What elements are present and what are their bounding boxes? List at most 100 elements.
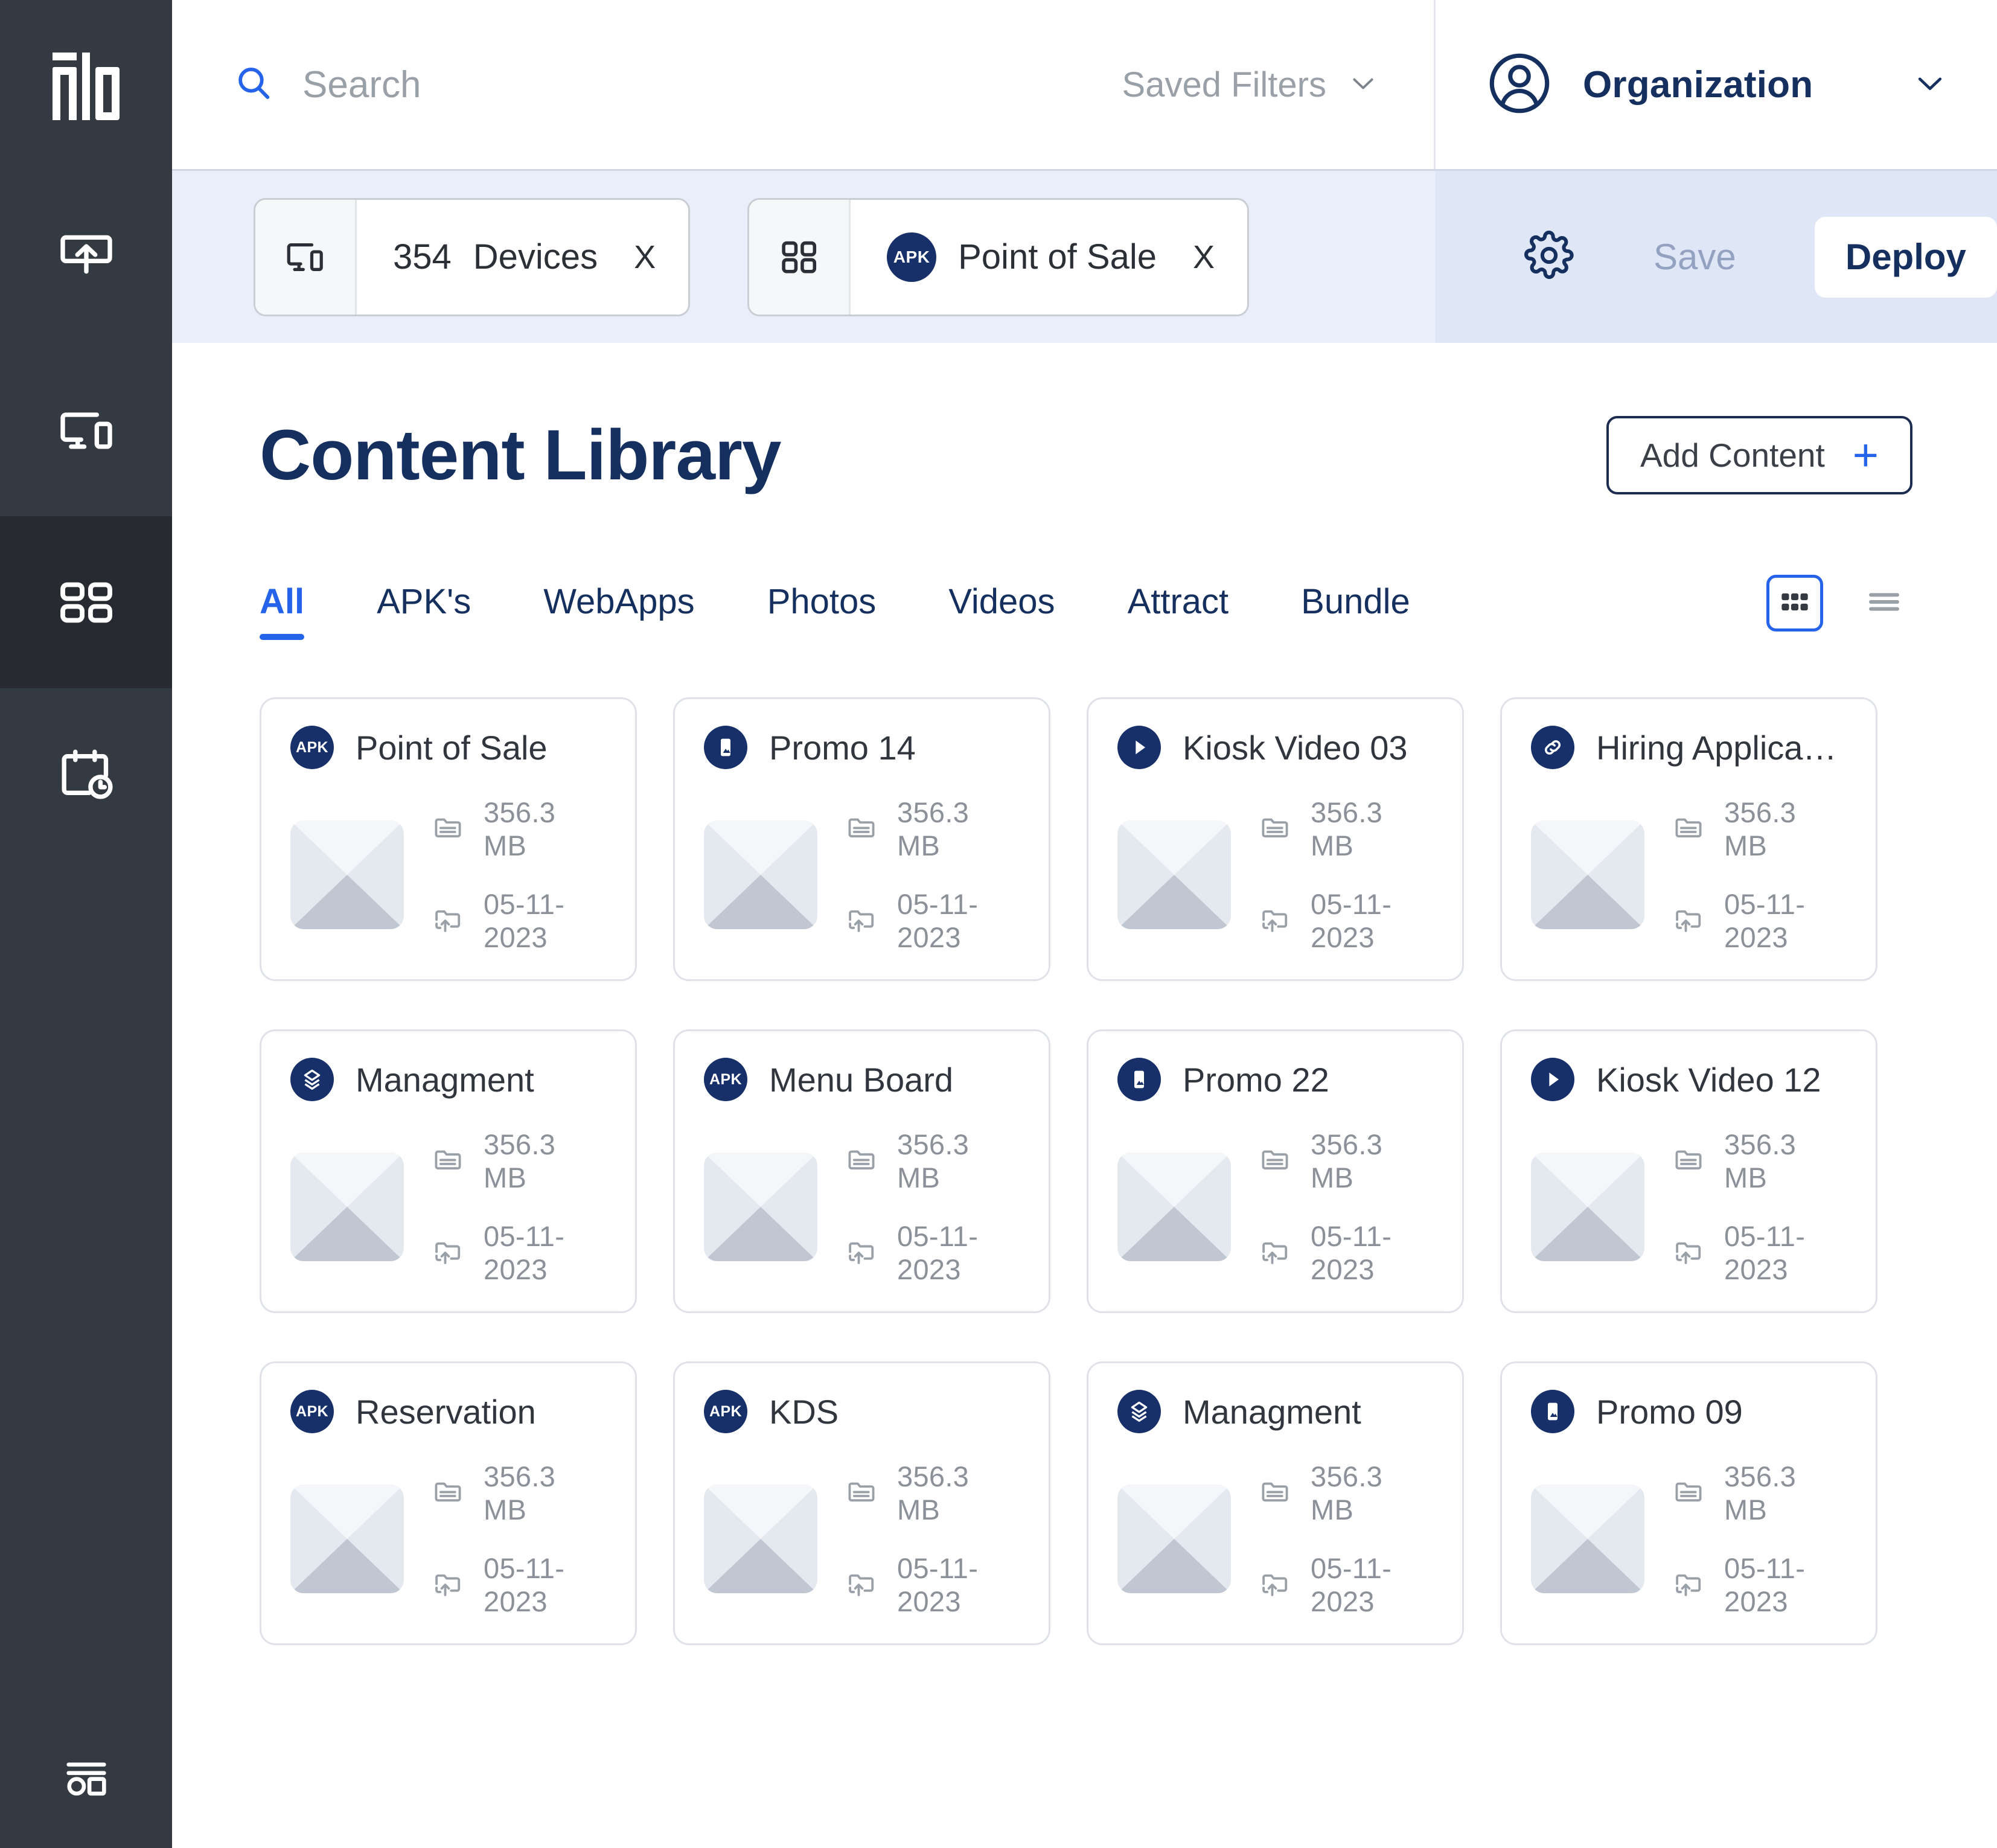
photo-type-icon: [1531, 1390, 1574, 1433]
filter-actions: Save Deploy: [1436, 171, 1997, 343]
card-body: 356.3 MB 05-11-2023: [1117, 796, 1433, 954]
folder-icon: [432, 811, 464, 847]
tab-photos[interactable]: Photos: [767, 581, 877, 640]
content-card-title: Promo 09: [1596, 1392, 1743, 1431]
content-card-title: Promo 22: [1183, 1060, 1329, 1099]
folder-upload-icon: [1259, 1235, 1291, 1271]
tab-attract[interactable]: Attract: [1128, 581, 1229, 640]
organization-menu[interactable]: Organization: [1436, 0, 1997, 169]
tab-bundle[interactable]: Bundle: [1301, 581, 1410, 640]
file-size-row: 356.3 MB: [1259, 796, 1433, 862]
search-input[interactable]: [302, 63, 846, 106]
sidebar-item-schedule[interactable]: [0, 688, 172, 860]
remove-filter-icon[interactable]: X: [1193, 238, 1215, 276]
sidebar-item-deploy[interactable]: [0, 172, 172, 344]
upload-date-value: 05-11-2023: [1724, 1220, 1806, 1285]
view-toggle: [1766, 575, 1912, 640]
content-card-7[interactable]: Promo 22 356.3 MB 05-11-2023: [1087, 1029, 1464, 1313]
card-meta: 356.3 MB 05-11-2023: [845, 1460, 1020, 1618]
folder-icon: [1259, 1143, 1291, 1179]
devices-icon: [255, 199, 357, 315]
file-size-row: 356.3 MB: [1259, 1128, 1433, 1194]
filter-chip-app[interactable]: APK Point of Sale X: [747, 197, 1250, 316]
card-header: Managment: [290, 1058, 606, 1101]
photo-type-icon: [1117, 1058, 1161, 1101]
video-type-icon: [1531, 1058, 1574, 1101]
upload-date-value: 05-11-2023: [484, 888, 565, 953]
content-card-8[interactable]: Kiosk Video 12 356.3 MB 05-11-2023: [1500, 1029, 1877, 1313]
content-card-5[interactable]: Managment 356.3 MB 05-11-2023: [260, 1029, 637, 1313]
content-card-10[interactable]: APK KDS 356.3 MB 05-11-2023: [673, 1361, 1050, 1645]
tab-apks[interactable]: APK's: [377, 581, 471, 640]
content-card-title: Kiosk Video 12: [1596, 1060, 1821, 1099]
content-card-title: KDS: [769, 1392, 839, 1431]
content-thumbnail: [1117, 820, 1231, 929]
content-card-title: Kiosk Video 03: [1183, 728, 1408, 767]
card-body: 356.3 MB 05-11-2023: [1531, 1128, 1847, 1286]
filter-chip-devices[interactable]: 354 Devices X: [254, 197, 691, 316]
add-content-button[interactable]: Add Content +: [1606, 416, 1912, 494]
content-card-3[interactable]: Kiosk Video 03 356.3 MB 05-11-2023: [1087, 697, 1464, 981]
elo-logo-icon: [53, 52, 120, 120]
upload-date-value: 05-11-2023: [1724, 1552, 1806, 1617]
folder-upload-icon: [845, 1567, 878, 1603]
card-meta: 356.3 MB 05-11-2023: [845, 1128, 1020, 1286]
card-meta: 356.3 MB 05-11-2023: [432, 1128, 606, 1286]
file-size-row: 356.3 MB: [1672, 1128, 1847, 1194]
apk-badge: APK: [887, 232, 937, 282]
tabs-row: All APK's WebApps Photos Videos Attract …: [260, 575, 1912, 640]
content-card-6[interactable]: APK Menu Board 356.3 MB 05-11-2023: [673, 1029, 1050, 1313]
file-size-value: 356.3 MB: [1311, 1128, 1383, 1194]
folder-upload-icon: [1672, 1235, 1705, 1271]
link-type-icon: [1531, 726, 1574, 769]
sidebar-item-devices[interactable]: [0, 344, 172, 516]
content-thumbnail: [1117, 1485, 1231, 1593]
file-size-value: 356.3 MB: [484, 1128, 556, 1194]
content-card-title: Reservation: [356, 1392, 536, 1431]
content-card-2[interactable]: Promo 14 356.3 MB 05-11-2023: [673, 697, 1050, 981]
gear-icon[interactable]: [1523, 229, 1575, 284]
folder-icon: [432, 1143, 464, 1179]
content-thumbnail: [704, 1485, 817, 1593]
card-meta: 356.3 MB 05-11-2023: [1672, 1128, 1847, 1286]
card-body: 356.3 MB 05-11-2023: [290, 1128, 606, 1286]
sidebar-item-content[interactable]: [0, 516, 172, 688]
file-size-row: 356.3 MB: [1259, 1460, 1433, 1526]
filter-chips: 354 Devices X APK Point of Sale X: [172, 197, 1250, 316]
apk-type-icon: APK: [704, 1058, 747, 1101]
brand-logo[interactable]: [0, 0, 172, 172]
card-meta: 356.3 MB 05-11-2023: [1672, 796, 1847, 954]
content-card-11[interactable]: Managment 356.3 MB 05-11-2023: [1087, 1361, 1464, 1645]
tab-all[interactable]: All: [260, 581, 305, 640]
card-header: Promo 22: [1117, 1058, 1433, 1101]
search-icon[interactable]: [232, 62, 275, 107]
content-card-9[interactable]: APK Reservation 356.3 MB 05-11-2023: [260, 1361, 637, 1645]
content-card-title: Promo 14: [769, 728, 916, 767]
list-view-button[interactable]: [1856, 575, 1912, 631]
upload-date-row: 05-11-2023: [1259, 1552, 1433, 1618]
card-header: Kiosk Video 12: [1531, 1058, 1847, 1101]
content-thumbnail: [1117, 1153, 1231, 1261]
upload-date-row: 05-11-2023: [432, 887, 606, 954]
page-title: Content Library: [260, 415, 781, 495]
save-button[interactable]: Save: [1654, 236, 1736, 278]
content-card-1[interactable]: APK Point of Sale 356.3 MB 05-11-2023: [260, 697, 637, 981]
tab-webapps[interactable]: WebApps: [543, 581, 694, 640]
content-card-4[interactable]: Hiring Applica… 356.3 MB 05-11-2023: [1500, 697, 1877, 981]
content-card-12[interactable]: Promo 09 356.3 MB 05-11-2023: [1500, 1361, 1877, 1645]
deploy-button[interactable]: Deploy: [1814, 216, 1997, 298]
card-header: Kiosk Video 03: [1117, 726, 1433, 769]
remove-filter-icon[interactable]: X: [634, 238, 656, 276]
upload-date-value: 05-11-2023: [484, 1220, 565, 1285]
grid-view-button[interactable]: [1766, 575, 1823, 631]
sidebar-item-reports[interactable]: [0, 1709, 172, 1848]
saved-filters-dropdown[interactable]: Saved Filters: [1122, 65, 1379, 105]
upload-date-row: 05-11-2023: [845, 1220, 1020, 1286]
tab-videos[interactable]: Videos: [948, 581, 1055, 640]
card-body: 356.3 MB 05-11-2023: [704, 1128, 1020, 1286]
file-size-value: 356.3 MB: [897, 796, 970, 862]
content-thumbnail: [1531, 820, 1644, 929]
bundle-type-icon: [1117, 1390, 1161, 1433]
upload-screen-icon: [55, 227, 118, 290]
content-thumbnail: [290, 820, 404, 929]
